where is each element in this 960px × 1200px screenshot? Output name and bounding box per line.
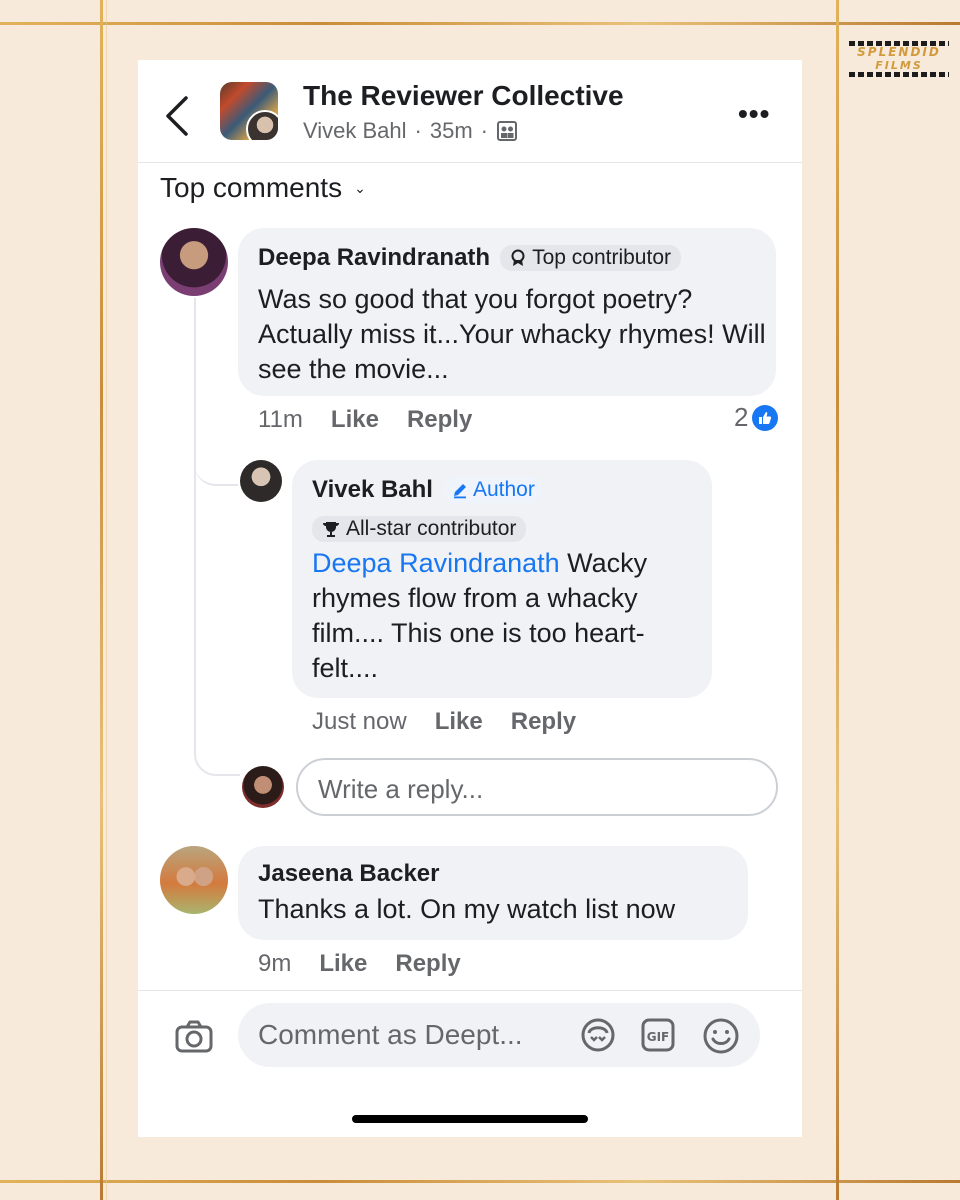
avatar[interactable]	[240, 460, 282, 502]
comment-actions: 11m Like Reply	[258, 406, 472, 434]
reply-bubble: Vivek Bahl Author All-star contributor D…	[292, 460, 712, 698]
trophy-icon	[323, 522, 339, 537]
comment-bubble: Deepa Ravindranath Top contributor Was s…	[238, 228, 776, 396]
phone-screen: The Reviewer Collective Vivek Bahl · 35m…	[138, 60, 802, 1137]
commenter-name[interactable]: Vivek Bahl	[312, 476, 433, 504]
reply-actions: Just now Like Reply	[312, 708, 576, 736]
badge-label: Top contributor	[532, 246, 671, 269]
meta-separator: ·	[414, 118, 422, 143]
svg-text:GIF: GIF	[647, 1030, 670, 1044]
all-star-badge: All-star contributor	[312, 516, 527, 542]
group-avatar[interactable]	[220, 82, 278, 140]
avatar	[242, 766, 284, 808]
frame-line-bottom	[0, 1180, 960, 1183]
like-button[interactable]: Like	[319, 950, 367, 978]
avatar-sticker-icon[interactable]	[580, 1017, 616, 1053]
chevron-left-icon[interactable]	[162, 94, 192, 138]
reply-button[interactable]: Reply	[511, 708, 576, 736]
comment-composer: Comment as Deept... GIF	[138, 990, 802, 1137]
comment-header: Deepa Ravindranath Top contributor	[258, 244, 681, 272]
comment-text: Thanks a lot. On my watch list now	[258, 894, 676, 924]
meta-separator-2: ·	[480, 118, 488, 143]
post-time: 35m	[429, 118, 473, 143]
badge-label: All-star contributor	[346, 517, 517, 540]
camera-icon[interactable]	[174, 1017, 214, 1057]
post-header: The Reviewer Collective Vivek Bahl · 35m…	[138, 60, 802, 163]
comment-placeholder: Comment as Deept...	[258, 1019, 523, 1050]
post-meta: Vivek Bahl · 35m ·	[303, 118, 518, 144]
commenter-name[interactable]: Deepa Ravindranath	[258, 244, 490, 272]
badge-icon	[511, 249, 525, 266]
avatar[interactable]	[160, 228, 228, 296]
reply-button[interactable]: Reply	[407, 406, 472, 434]
thread-line	[194, 298, 240, 776]
commenter-name[interactable]: Jaseena Backer	[258, 860, 439, 888]
post-author[interactable]: Vivek Bahl	[303, 118, 407, 144]
avatar[interactable]	[160, 846, 228, 914]
reply-text: Deepa Ravindranath Wacky rhymes flow fro…	[312, 546, 702, 686]
author-badge-label: Author	[472, 478, 535, 501]
comment-time: 9m	[258, 950, 292, 977]
brand-line1: SPLENDID	[857, 45, 941, 59]
comment-input[interactable]: Comment as Deept... GIF	[238, 1003, 760, 1067]
author-mini-avatar	[246, 110, 278, 140]
home-indicator[interactable]	[352, 1115, 588, 1123]
chevron-down-icon: ⌄	[354, 179, 366, 196]
frame-line-top	[0, 22, 960, 25]
comment-time: 11m	[258, 406, 303, 433]
group-privacy-icon	[497, 121, 517, 141]
comment-bubble: Jaseena Backer Thanks a lot. On my watch…	[238, 846, 748, 940]
reply-input[interactable]: Write a reply...	[296, 758, 778, 816]
reply-header: Vivek Bahl Author	[312, 476, 541, 504]
like-button[interactable]: Like	[331, 406, 379, 434]
frame-line-left-inner	[106, 0, 107, 1200]
comment-actions: 9m Like Reply	[258, 950, 461, 978]
group-title[interactable]: The Reviewer Collective	[303, 80, 624, 112]
film-strip-bottom	[849, 72, 949, 77]
sort-label: Top comments	[160, 172, 343, 203]
thread-line-branch	[194, 440, 238, 486]
pencil-icon	[453, 484, 466, 499]
thumbs-up-icon	[752, 404, 779, 431]
brand-line2: FILMS	[875, 59, 923, 72]
comment-text: Was so good that you forgot poetry? Actu…	[258, 284, 766, 384]
emoji-icon[interactable]	[702, 1017, 739, 1054]
brand-logo: SPLENDID FILMS	[848, 36, 950, 82]
author-badge: Author	[444, 477, 541, 503]
reaction-count[interactable]: 2	[734, 402, 779, 433]
more-horizontal-icon[interactable]: •••	[738, 98, 770, 130]
sort-dropdown[interactable]: Top comments ⌄	[160, 172, 366, 204]
comment-time: Just now	[312, 708, 407, 735]
gif-icon[interactable]: GIF	[640, 1017, 676, 1053]
reaction-number: 2	[734, 402, 749, 432]
reply-button[interactable]: Reply	[395, 950, 460, 978]
top-contributor-badge: Top contributor	[500, 245, 681, 271]
mention-link[interactable]: Deepa Ravindranath	[312, 548, 560, 578]
frame-line-left	[100, 0, 103, 1200]
frame-line-right	[836, 0, 839, 1200]
like-button[interactable]: Like	[435, 708, 483, 736]
